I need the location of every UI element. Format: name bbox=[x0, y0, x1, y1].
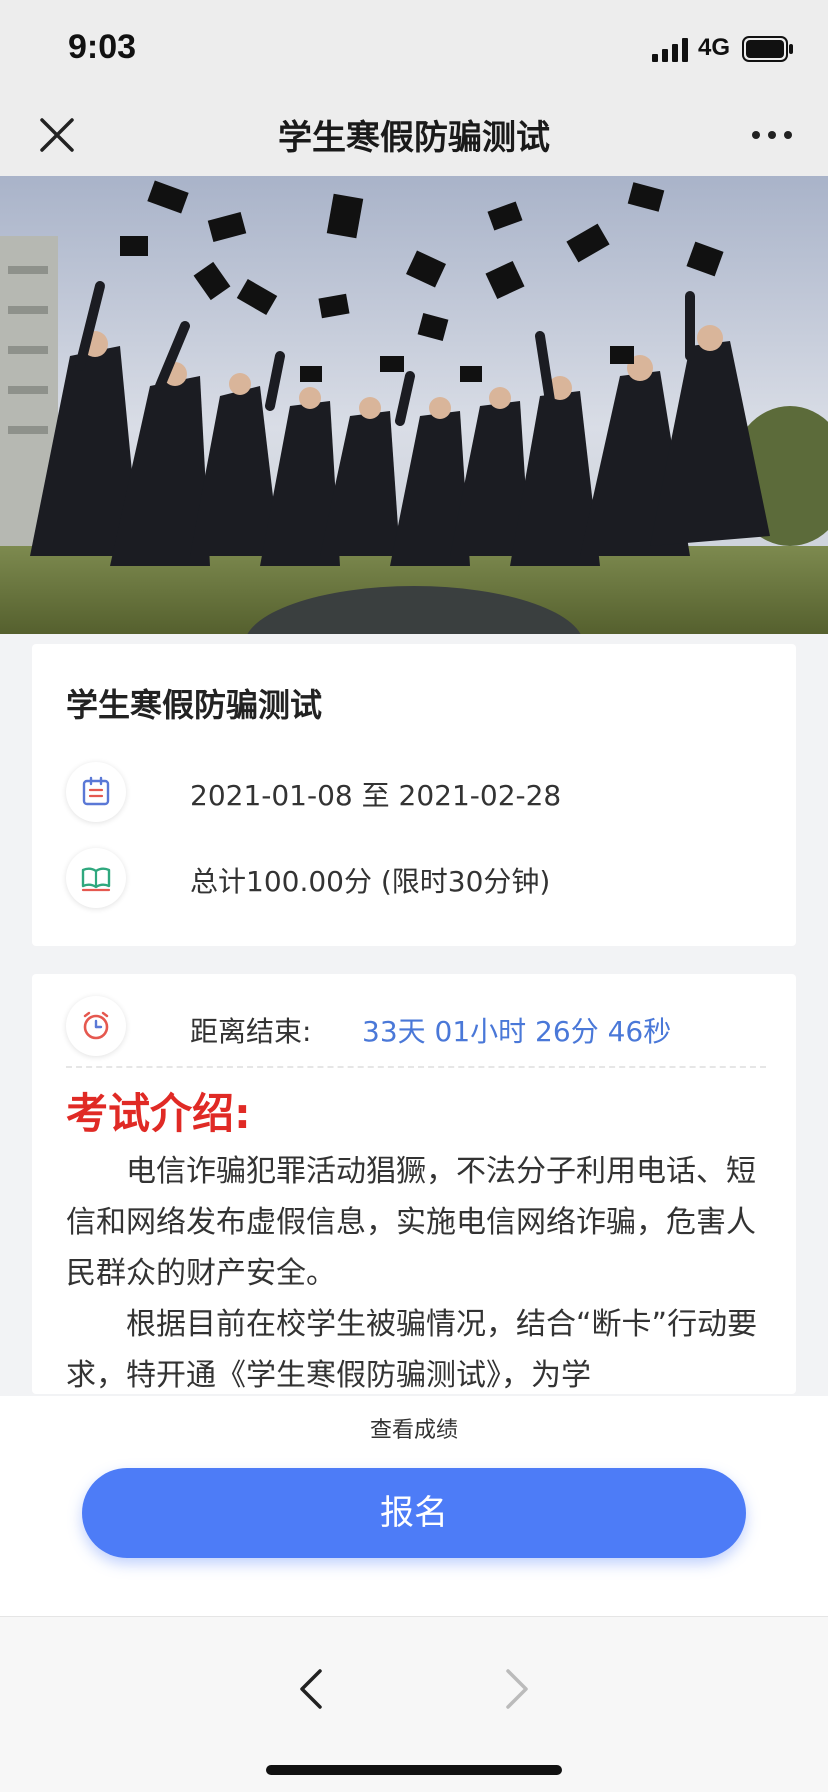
chevron-right-icon bbox=[506, 1669, 528, 1709]
countdown-label: 距离结束: bbox=[190, 1015, 312, 1048]
home-indicator bbox=[266, 1765, 562, 1775]
score-info: 总计100.00分 (限时30分钟) bbox=[190, 865, 551, 898]
divider bbox=[66, 1066, 766, 1068]
calendar-icon bbox=[82, 776, 110, 806]
score-row: 总计100.00分 (限时30分钟) bbox=[66, 848, 766, 912]
intro-paragraph: 电信诈骗犯罪活动猖獗，不法分子利用电话、短信和网络发布虚假信息，实施电信网络诈骗… bbox=[66, 1154, 756, 1291]
chevron-left-icon[interactable] bbox=[296, 1667, 326, 1711]
intro-heading: 考试介绍: bbox=[66, 1089, 251, 1138]
clock-icon bbox=[83, 1011, 109, 1040]
graduation-photo bbox=[0, 176, 828, 634]
date-icon-wrapper bbox=[66, 762, 126, 822]
exam-detail-card: 距离结束: 33天 01小时 26分 46秒 考试介绍: 电信诈骗犯罪活动猖獗，… bbox=[32, 974, 796, 1394]
register-button[interactable]: 报名 bbox=[82, 1468, 746, 1558]
book-icon bbox=[81, 867, 111, 892]
nav-bar: 学生寒假防骗测试 bbox=[0, 96, 828, 176]
date-range: 2021-01-08 至 2021-02-28 bbox=[190, 779, 562, 812]
clock-icon-wrapper bbox=[66, 996, 126, 1056]
action-area: 查看成绩 报名 bbox=[0, 1396, 828, 1616]
network-label: 4G bbox=[698, 34, 731, 61]
more-icon[interactable] bbox=[748, 120, 796, 150]
countdown-row: 距离结束: 33天 01小时 26分 46秒 bbox=[66, 996, 766, 1060]
battery-icon bbox=[742, 36, 793, 62]
page: 9:03 4G 学生寒假防骗测试 学生寒假防骗测试 2021-01-08 至 2… bbox=[0, 0, 828, 1792]
exam-info-card: 学生寒假防骗测试 2021-01-08 至 2021-02-28 总计100.0… bbox=[32, 644, 796, 946]
status-time: 9:03 bbox=[68, 28, 137, 66]
exam-title: 学生寒假防骗测试 bbox=[66, 686, 323, 724]
signal-icon bbox=[652, 38, 688, 62]
date-row: 2021-01-08 至 2021-02-28 bbox=[66, 762, 766, 826]
status-bar: 9:03 4G bbox=[0, 0, 828, 96]
intro-body: 电信诈骗犯罪活动猖獗，不法分子利用电话、短信和网络发布虚假信息，实施电信网络诈骗… bbox=[66, 1146, 766, 1394]
view-scores-link[interactable]: 查看成绩 bbox=[0, 1412, 828, 1444]
browser-toolbar bbox=[0, 1616, 828, 1792]
intro-paragraph: 根据目前在校学生被骗情况，结合“断卡”行动要求，特开通《学生寒假防骗测试》，为学 bbox=[66, 1307, 758, 1393]
score-icon-wrapper bbox=[66, 848, 126, 908]
nav-title: 学生寒假防骗测试 bbox=[278, 118, 550, 158]
hero-image bbox=[0, 176, 828, 634]
countdown-value: 33天 01小时 26分 46秒 bbox=[362, 1015, 672, 1048]
